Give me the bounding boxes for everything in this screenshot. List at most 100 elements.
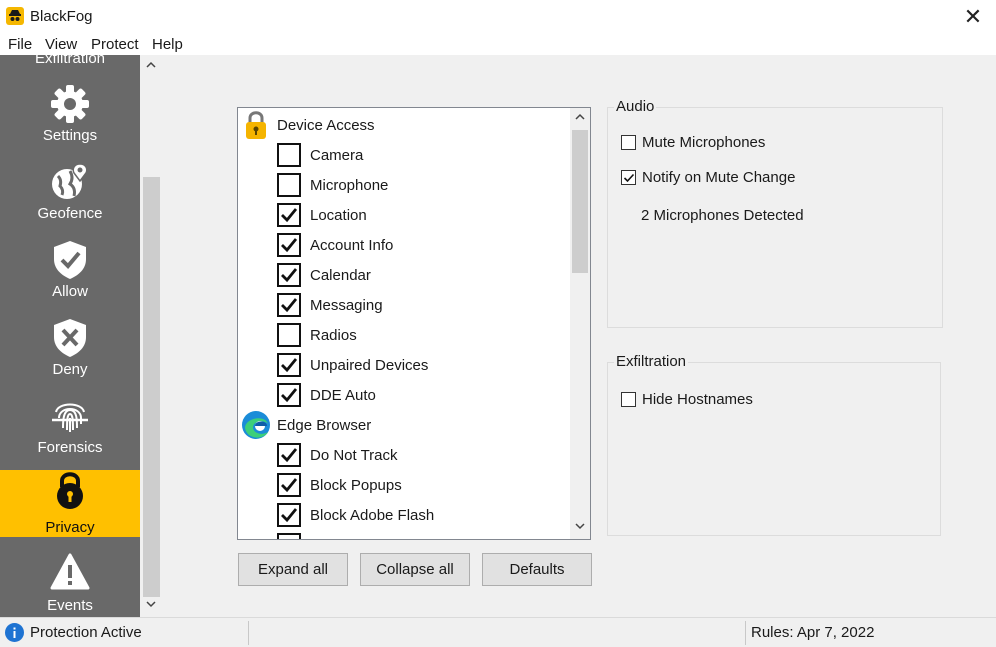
- sidebar-item-label: Events: [47, 597, 93, 614]
- globe-pin-icon: [50, 162, 90, 202]
- hide-hostnames-option[interactable]: Hide Hostnames: [621, 391, 753, 408]
- list-item-block-popups[interactable]: Block Popups: [277, 470, 402, 500]
- do-not-track-checkbox[interactable]: [277, 443, 301, 467]
- mute-microphones-option[interactable]: Mute Microphones: [621, 134, 765, 151]
- blackfog-window: BlackFog ✕ File View Protect Help Exfilt…: [0, 0, 996, 647]
- list-scrollbar[interactable]: [570, 108, 590, 539]
- list-item-do-not-track[interactable]: Do Not Track: [277, 440, 398, 470]
- collapse-all-button[interactable]: Collapse all: [360, 553, 470, 586]
- scroll-down-icon[interactable]: [569, 520, 590, 535]
- list-item-block-adobe-flash[interactable]: Block Adobe Flash: [277, 500, 434, 530]
- messaging-checkbox[interactable]: [277, 293, 301, 317]
- privacy-settings-list[interactable]: Device Access Camera Microphone Location…: [237, 107, 591, 540]
- unpaired-devices-checkbox[interactable]: [277, 353, 301, 377]
- list-item-location[interactable]: Location: [277, 200, 367, 230]
- close-button[interactable]: ✕: [950, 0, 996, 33]
- list-item-label: Account Info: [310, 236, 394, 254]
- list-item-camera[interactable]: Camera: [277, 140, 363, 170]
- hide-hostnames-checkbox[interactable]: [621, 392, 636, 407]
- exfiltration-group-title: Exfiltration: [614, 353, 689, 370]
- list-item-calendar[interactable]: Calendar: [277, 260, 371, 290]
- menu-file[interactable]: File: [8, 36, 32, 53]
- lock-icon: [50, 470, 90, 510]
- sidebar-item-privacy[interactable]: Privacy: [0, 470, 140, 537]
- list-item-label: Do Not Track: [310, 446, 398, 464]
- group-edge-browser[interactable]: Edge Browser: [241, 410, 371, 440]
- sidebar-item-allow[interactable]: Allow: [0, 236, 140, 314]
- list-item-label: Microphone: [310, 176, 389, 194]
- account-info-checkbox[interactable]: [277, 233, 301, 257]
- mute-microphones-checkbox[interactable]: [621, 135, 636, 150]
- block-popups-checkbox[interactable]: [277, 473, 301, 497]
- notify-on-mute-change-label: Notify on Mute Change: [642, 169, 796, 186]
- list-item-label: Messaging: [310, 296, 383, 314]
- checkmark-icon: [281, 388, 298, 403]
- list-item-microphone[interactable]: Microphone: [277, 170, 388, 200]
- edge-browser-icon: [241, 410, 271, 440]
- list-item-label: Calendar: [310, 266, 371, 284]
- list-item-messaging[interactable]: Messaging: [277, 290, 383, 320]
- group-device-access[interactable]: Device Access: [242, 110, 375, 140]
- list-item-unpaired-devices[interactable]: Unpaired Devices: [277, 350, 428, 380]
- camera-checkbox[interactable]: [277, 143, 301, 167]
- list-item-label: Location: [310, 206, 367, 224]
- checkmark-icon: [281, 208, 298, 223]
- sidebar-item-exfiltration-partial[interactable]: Exfiltration: [0, 55, 140, 67]
- location-checkbox[interactable]: [277, 203, 301, 227]
- protection-status-text: Protection Active: [30, 624, 142, 641]
- list-item-radios[interactable]: Radios: [277, 320, 357, 350]
- checkmark-icon: [281, 298, 298, 313]
- list-item-label: DDE Auto: [310, 386, 376, 404]
- block-adobe-flash-checkbox[interactable]: [277, 503, 301, 527]
- gear-icon: [50, 84, 90, 124]
- dde-auto-checkbox[interactable]: [277, 383, 301, 407]
- radios-checkbox[interactable]: [277, 323, 301, 347]
- shield-check-icon: [50, 240, 90, 280]
- list-item-label: Block Adobe Flash: [310, 506, 435, 524]
- close-icon: ✕: [963, 3, 983, 29]
- mute-microphones-label: Mute Microphones: [642, 134, 766, 151]
- sidebar-item-label: Deny: [52, 361, 88, 378]
- list-item-partial[interactable]: [277, 530, 310, 539]
- sidebar-scroll-thumb[interactable]: [143, 177, 160, 597]
- blackfog-logo-icon: [6, 7, 24, 25]
- sidebar-item-events[interactable]: Events: [0, 548, 140, 617]
- menu-protect[interactable]: Protect: [91, 36, 139, 53]
- checkmark-icon: [281, 448, 298, 463]
- checkmark-icon: [281, 358, 298, 373]
- notify-on-mute-change-option[interactable]: Notify on Mute Change: [621, 169, 795, 186]
- list-item-dde-auto[interactable]: DDE Auto: [277, 380, 376, 410]
- list-scroll-thumb[interactable]: [572, 130, 588, 273]
- scroll-up-icon[interactable]: [569, 111, 590, 126]
- list-item-account-info[interactable]: Account Info: [277, 230, 393, 260]
- partial-checkbox[interactable]: [277, 533, 301, 539]
- sidebar-item-label: Privacy: [45, 519, 95, 536]
- status-divider: [745, 621, 746, 645]
- scroll-down-icon[interactable]: [140, 598, 162, 613]
- list-item-label: Radios: [310, 326, 357, 344]
- list-item-label: Camera: [310, 146, 364, 164]
- defaults-button[interactable]: Defaults: [482, 553, 592, 586]
- sidebar-item-geofence[interactable]: Geofence: [0, 158, 140, 236]
- group-label: Device Access: [277, 116, 375, 134]
- expand-all-button[interactable]: Expand all: [238, 553, 348, 586]
- info-icon: [5, 623, 24, 642]
- group-label: Edge Browser: [277, 416, 372, 434]
- microphone-checkbox[interactable]: [277, 173, 301, 197]
- sidebar-scrollbar[interactable]: [140, 55, 162, 617]
- sidebar-item-deny[interactable]: Deny: [0, 314, 140, 392]
- fingerprint-icon: [50, 396, 90, 436]
- sidebar-item-settings[interactable]: Settings: [0, 80, 140, 158]
- checkmark-icon: [281, 508, 298, 523]
- sidebar-item-forensics[interactable]: Forensics: [0, 392, 140, 470]
- scroll-up-icon[interactable]: [140, 59, 162, 74]
- menu-view[interactable]: View: [45, 36, 77, 53]
- checkmark-icon: [281, 238, 298, 253]
- title-bar: BlackFog ✕: [0, 0, 996, 33]
- list-item-label: Block Popups: [310, 476, 402, 494]
- calendar-checkbox[interactable]: [277, 263, 301, 287]
- hide-hostnames-label: Hide Hostnames: [642, 391, 753, 408]
- menu-help[interactable]: Help: [152, 36, 183, 53]
- notify-on-mute-change-checkbox[interactable]: [621, 170, 636, 185]
- rules-date-text: Rules: Apr 7, 2022: [751, 624, 875, 641]
